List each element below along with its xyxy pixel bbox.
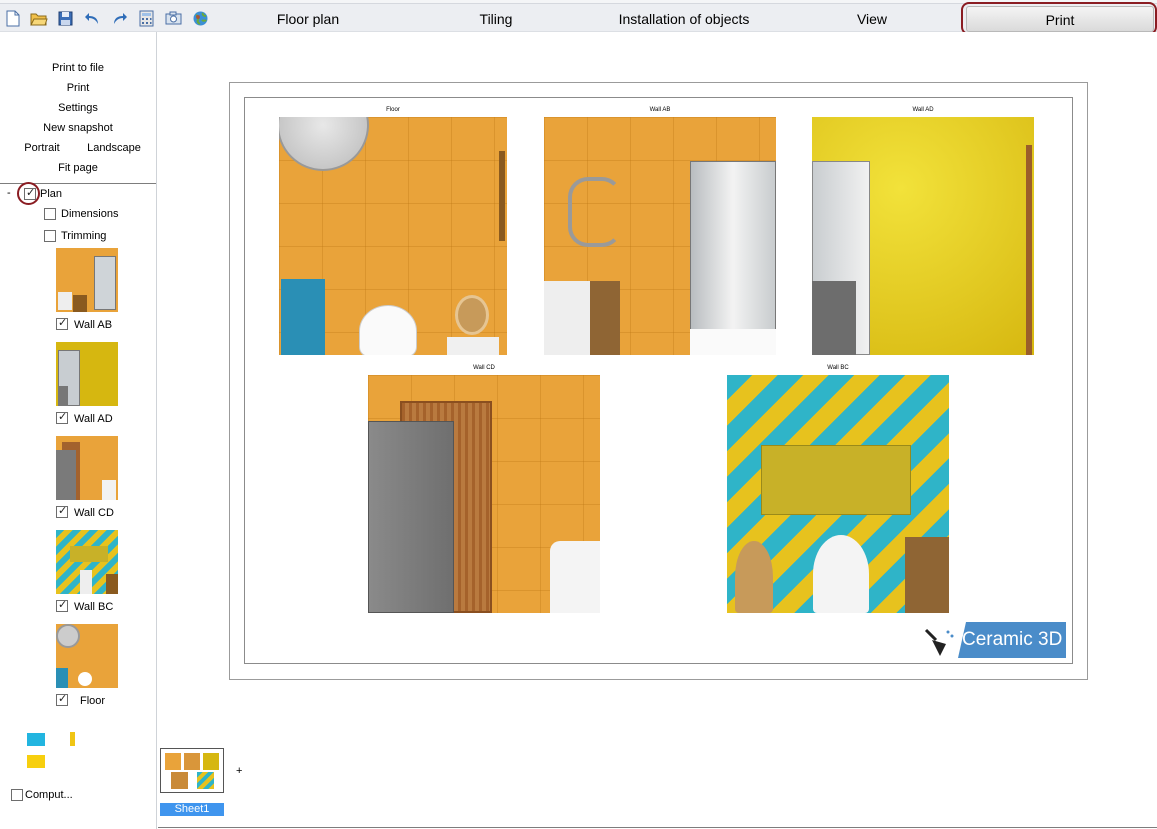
- logo-text: Ceramic 3D: [958, 622, 1066, 658]
- wall-cd-label: Wall CD: [74, 507, 114, 519]
- portrait-button[interactable]: Portrait: [12, 141, 72, 155]
- view-title-floor: Floor: [386, 107, 400, 113]
- plan-label: Plan: [40, 188, 63, 200]
- tab-print[interactable]: Print: [966, 6, 1154, 32]
- view-title-wall-ad: Wall AD: [912, 107, 934, 113]
- thumbnail-wall-bc[interactable]: [56, 530, 118, 594]
- thumbnail-floor[interactable]: [56, 624, 118, 688]
- highlight-circle: [17, 182, 40, 205]
- new-snapshot-button[interactable]: New snapshot: [0, 121, 156, 135]
- floor-label: Floor: [80, 695, 106, 707]
- sheet-thumbnail[interactable]: [160, 748, 224, 793]
- legend-swatch-yellow: [27, 755, 45, 768]
- wall-ad-checkbox[interactable]: [56, 410, 68, 424]
- view-title-wall-bc: Wall BC: [827, 365, 849, 371]
- view-wall-ad[interactable]: [812, 117, 1034, 355]
- legend-swatch-yellow-bar: [70, 732, 75, 746]
- wall-ab-label: Wall AB: [74, 319, 113, 331]
- thumbnail-wall-ad[interactable]: [56, 342, 118, 406]
- calculator-icon[interactable]: [137, 9, 156, 28]
- new-file-icon[interactable]: [3, 9, 22, 28]
- print-sheet: Floor Wall AB Wall AD Wall CD Wall BC Ce…: [229, 82, 1088, 680]
- title-strip: [0, 0, 1157, 4]
- redo-icon[interactable]: [110, 9, 129, 28]
- view-wall-bc[interactable]: [727, 375, 949, 613]
- landscape-button[interactable]: Landscape: [82, 141, 146, 155]
- view-title-wall-ab: Wall AB: [649, 107, 671, 113]
- left-panel: Print to file Print Settings New snapsho…: [0, 32, 157, 829]
- view-wall-ab[interactable]: [544, 117, 776, 355]
- collapse-toggle[interactable]: -: [7, 187, 11, 200]
- open-folder-icon[interactable]: [29, 9, 48, 28]
- thumbnail-wall-ab[interactable]: [56, 248, 118, 312]
- thumbnail-wall-cd[interactable]: [56, 436, 118, 500]
- save-icon[interactable]: [56, 9, 75, 28]
- sheet-tab[interactable]: Sheet1: [160, 803, 224, 816]
- view-title-wall-cd: Wall CD: [473, 365, 495, 371]
- wall-ab-checkbox[interactable]: [56, 316, 68, 330]
- wall-bc-label: Wall BC: [74, 601, 114, 613]
- dimensions-label: Dimensions: [61, 208, 119, 220]
- tab-floor-plan[interactable]: Floor plan: [255, 6, 361, 32]
- computed-label: Comput...: [25, 789, 73, 801]
- print-to-file-button[interactable]: Print to file: [0, 61, 156, 75]
- ceramic-3d-logo: Ceramic 3D: [922, 622, 1068, 660]
- wall-bc-checkbox[interactable]: [56, 598, 68, 612]
- view-wall-cd[interactable]: [368, 375, 600, 613]
- globe-icon[interactable]: [191, 9, 210, 28]
- bottom-divider: [158, 827, 1157, 828]
- print-button[interactable]: Print: [0, 81, 156, 95]
- trimming-label: Trimming: [61, 230, 107, 242]
- tab-installation-of-objects[interactable]: Installation of objects: [600, 6, 768, 32]
- trimming-checkbox[interactable]: [44, 230, 56, 242]
- legend-swatch-blue: [27, 733, 45, 746]
- tab-view[interactable]: View: [842, 6, 902, 32]
- tab-tiling[interactable]: Tiling: [460, 6, 532, 32]
- add-sheet-button[interactable]: +: [236, 765, 242, 778]
- trowel-icon: [924, 628, 954, 656]
- camera-icon[interactable]: [164, 9, 183, 28]
- computed-checkbox[interactable]: [11, 789, 23, 801]
- wall-cd-checkbox[interactable]: [56, 504, 68, 518]
- undo-icon[interactable]: [83, 9, 102, 28]
- view-floor[interactable]: [279, 117, 507, 355]
- settings-button[interactable]: Settings: [0, 101, 156, 115]
- dimensions-checkbox[interactable]: [44, 208, 56, 220]
- fit-page-button[interactable]: Fit page: [0, 161, 156, 175]
- wall-ad-label: Wall AD: [74, 413, 113, 425]
- floor-checkbox[interactable]: [56, 692, 68, 706]
- legend-text-1: [10, 731, 24, 745]
